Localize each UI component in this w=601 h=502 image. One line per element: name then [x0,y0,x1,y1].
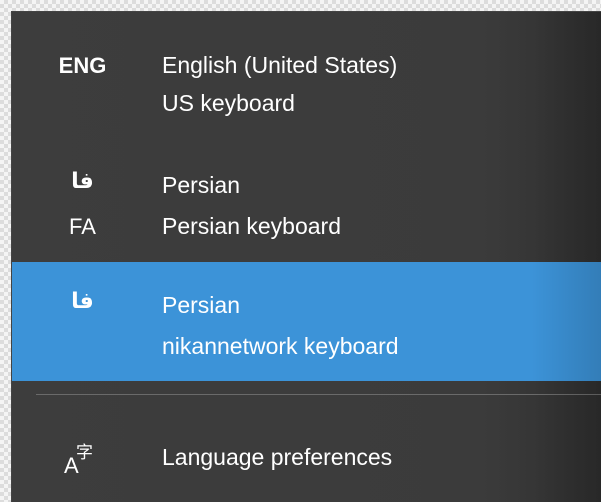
language-preferences-label: Language preferences [162,444,393,470]
language-code: فا [71,168,94,193]
language-name: English (United States) [162,52,398,78]
language-name: Persian [162,292,240,318]
input-language-flyout: ENG English (United States) US keyboard … [12,12,601,502]
language-item-english-us[interactable]: ENG English (United States) US keyboard [12,12,601,134]
keyboard-name: Persian keyboard [162,213,341,239]
language-preferences-link[interactable]: A 字 Language preferences [12,406,601,502]
language-item-persian-nikannetwork[interactable]: فا Persian nikannetwork keyboard [12,262,601,381]
keyboard-name: nikannetwork keyboard [162,333,399,359]
language-code-secondary: FA [69,214,96,239]
language-code: ENG [58,53,107,78]
svg-text:字: 字 [76,443,93,463]
divider [36,394,601,395]
language-item-persian[interactable]: فا FA Persian Persian keyboard [12,142,601,260]
language-name: Persian [162,172,240,198]
language-preferences-icon: A 字 [64,443,93,478]
keyboard-name: US keyboard [162,90,295,116]
language-code: فا [71,288,94,313]
